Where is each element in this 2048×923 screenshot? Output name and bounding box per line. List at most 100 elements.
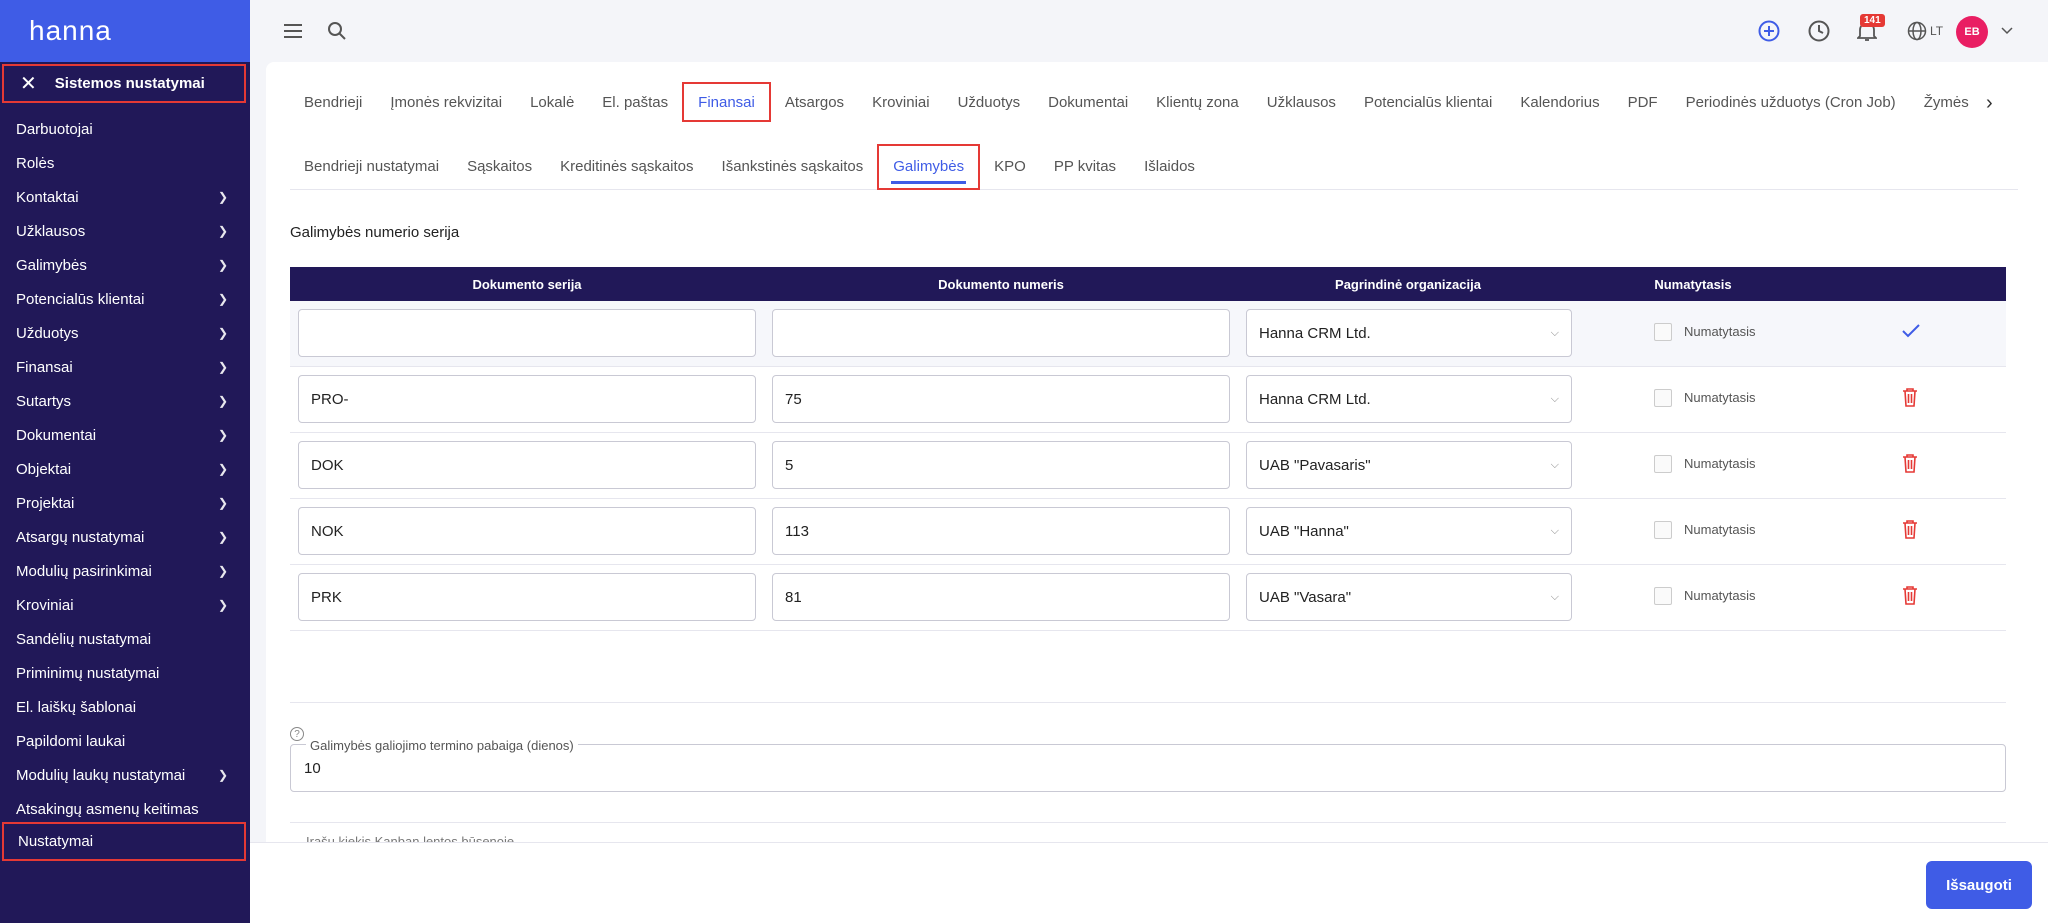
tab[interactable]: Atsargos — [771, 82, 858, 122]
number-input[interactable]: 5 — [772, 441, 1230, 489]
tab[interactable]: Žymės — [1910, 82, 1983, 122]
series-input[interactable]: NOK — [298, 507, 756, 555]
sidebar-item-nustatymai[interactable]: Nustatymai — [2, 822, 246, 861]
sub-tab[interactable]: Galimybės — [877, 143, 981, 190]
tab[interactable]: Bendrieji — [290, 82, 376, 122]
sidebar-item-label: Priminimų nustatymai — [16, 664, 160, 682]
table-row: DOK 5 UAB "Pavasaris" ⌵ Numatytasis — [290, 433, 2006, 499]
tab[interactable]: Lokalė — [516, 82, 588, 122]
tab[interactable]: Kalendorius — [1506, 82, 1613, 122]
sub-tab[interactable]: Kreditinės sąskaitos — [546, 144, 707, 190]
validity-days-value[interactable]: 10 — [304, 760, 321, 777]
tab[interactable]: Klientų zona — [1142, 82, 1253, 122]
close-icon[interactable]: ✕ — [20, 71, 37, 96]
sidebar-item-label: Potencialūs klientai — [16, 290, 145, 308]
number-input[interactable]: 81 — [772, 573, 1230, 621]
sidebar-item[interactable]: Papildomi laukai — [0, 724, 250, 758]
chevron-right-icon: ❯ — [217, 292, 228, 306]
chevron-down-icon: ⌵ — [1550, 525, 1559, 537]
trash-icon[interactable] — [1902, 519, 1918, 545]
sidebar-item[interactable]: Kontaktai ❯ — [0, 180, 250, 214]
globe-icon[interactable] — [1904, 18, 1930, 44]
sidebar-item[interactable]: Dokumentai ❯ — [0, 418, 250, 452]
tab[interactable]: Periodinės užduotys (Cron Job) — [1672, 82, 1910, 122]
check-icon[interactable] — [1902, 321, 1920, 344]
tab[interactable]: Užklausos — [1253, 82, 1350, 122]
sidebar-item[interactable]: Objektai ❯ — [0, 452, 250, 486]
language-label[interactable]: LT — [1930, 24, 1943, 38]
default-checkbox[interactable] — [1654, 521, 1672, 539]
series-input[interactable] — [298, 309, 756, 357]
sidebar-item[interactable]: Atsakingų asmenų keitimas — [0, 792, 250, 826]
sidebar-item[interactable]: Kroviniai ❯ — [0, 588, 250, 622]
sidebar-item[interactable]: Priminimų nustatymai — [0, 656, 250, 690]
sidebar-item[interactable]: Darbuotojai — [0, 112, 250, 146]
default-checkbox[interactable] — [1654, 389, 1672, 407]
sidebar-item[interactable]: Sandėlių nustatymai — [0, 622, 250, 656]
default-checkbox[interactable] — [1654, 323, 1672, 341]
number-input[interactable] — [772, 309, 1230, 357]
organization-select[interactable]: UAB "Pavasaris" ⌵ — [1246, 441, 1572, 489]
tab[interactable]: Kroviniai — [858, 82, 944, 122]
clock-icon[interactable] — [1806, 18, 1832, 44]
save-button[interactable]: Išsaugoti — [1926, 861, 2032, 909]
sidebar-item[interactable]: Galimybės ❯ — [0, 248, 250, 282]
table-row: PRK 81 UAB "Vasara" ⌵ Numatytasis — [290, 565, 2006, 631]
sub-tab[interactable]: KPO — [980, 144, 1040, 190]
organization-select[interactable]: Hanna CRM Ltd. ⌵ — [1246, 309, 1572, 357]
organization-select[interactable]: UAB "Vasara" ⌵ — [1246, 573, 1572, 621]
series-input[interactable]: PRK — [298, 573, 756, 621]
chevron-right-icon: ❯ — [217, 598, 228, 612]
sub-tab[interactable]: Išankstinės sąskaitos — [708, 144, 878, 190]
chevron-right-icon: ❯ — [217, 224, 228, 238]
sidebar-item[interactable]: Finansai ❯ — [0, 350, 250, 384]
tab[interactable]: Užduotys — [944, 82, 1035, 122]
help-icon[interactable]: ? — [290, 727, 304, 741]
tab[interactable]: Įmonės rekvizitai — [376, 82, 516, 122]
add-icon[interactable] — [1756, 18, 1782, 44]
sidebar-item[interactable]: Sutartys ❯ — [0, 384, 250, 418]
hamburger-icon[interactable] — [280, 18, 306, 44]
sub-tab[interactable]: PP kvitas — [1040, 144, 1130, 190]
sub-tab[interactable]: Sąskaitos — [453, 144, 546, 190]
sidebar-item[interactable]: Atsargų nustatymai ❯ — [0, 520, 250, 554]
series-input[interactable]: PRO- — [298, 375, 756, 423]
number-input[interactable]: 113 — [772, 507, 1230, 555]
sub-tab[interactable]: Išlaidos — [1130, 144, 1209, 190]
tab[interactable]: Dokumentai — [1034, 82, 1142, 122]
sidebar-item-label: Darbuotojai — [16, 120, 93, 138]
sidebar-item[interactable]: Užklausos ❯ — [0, 214, 250, 248]
search-icon[interactable] — [324, 18, 350, 44]
sidebar-item[interactable]: Potencialūs klientai ❯ — [0, 282, 250, 316]
organization-select[interactable]: UAB "Hanna" ⌵ — [1246, 507, 1572, 555]
default-checkbox[interactable] — [1654, 455, 1672, 473]
sidebar-item[interactable]: Modulių laukų nustatymai ❯ — [0, 758, 250, 792]
series-input[interactable]: DOK — [298, 441, 756, 489]
kanban-count-label: Įrašų kiekis Kanban lentos būsenoje — [306, 834, 515, 842]
sidebar-item-label: Užklausos — [16, 222, 86, 240]
sidebar-item[interactable]: El. laiškų šablonai — [0, 690, 250, 724]
tab[interactable]: PDF — [1614, 82, 1672, 122]
sidebar-item-label: Sutartys — [16, 392, 72, 410]
sidebar-item[interactable]: Modulių pasirinkimai ❯ — [0, 554, 250, 588]
trash-icon[interactable] — [1902, 585, 1918, 611]
organization-select[interactable]: Hanna CRM Ltd. ⌵ — [1246, 375, 1572, 423]
chevron-down-icon[interactable] — [1994, 18, 2020, 44]
sidebar-item[interactable]: Projektai ❯ — [0, 486, 250, 520]
sidebar-item[interactable]: Rolės — [0, 146, 250, 180]
avatar[interactable]: EB — [1956, 16, 1988, 48]
sidebar-item-label: Modulių laukų nustatymai — [16, 766, 186, 784]
system-settings-header[interactable]: ✕ Sistemos nustatymai — [2, 64, 246, 103]
default-checkbox[interactable] — [1654, 587, 1672, 605]
trash-icon[interactable] — [1902, 387, 1918, 413]
sidebar-item-label: Modulių pasirinkimai — [16, 562, 152, 580]
tab[interactable]: El. paštas — [588, 82, 682, 122]
sidebar-item-label: Finansai — [16, 358, 73, 376]
tab[interactable]: Potencialūs klientai — [1350, 82, 1506, 122]
number-input[interactable]: 75 — [772, 375, 1230, 423]
trash-icon[interactable] — [1902, 453, 1918, 479]
sidebar-item[interactable]: Užduotys ❯ — [0, 316, 250, 350]
sub-tab[interactable]: Bendrieji nustatymai — [290, 144, 453, 190]
chevron-right-icon[interactable]: › — [1986, 92, 1993, 115]
tab[interactable]: Finansai — [682, 82, 771, 122]
